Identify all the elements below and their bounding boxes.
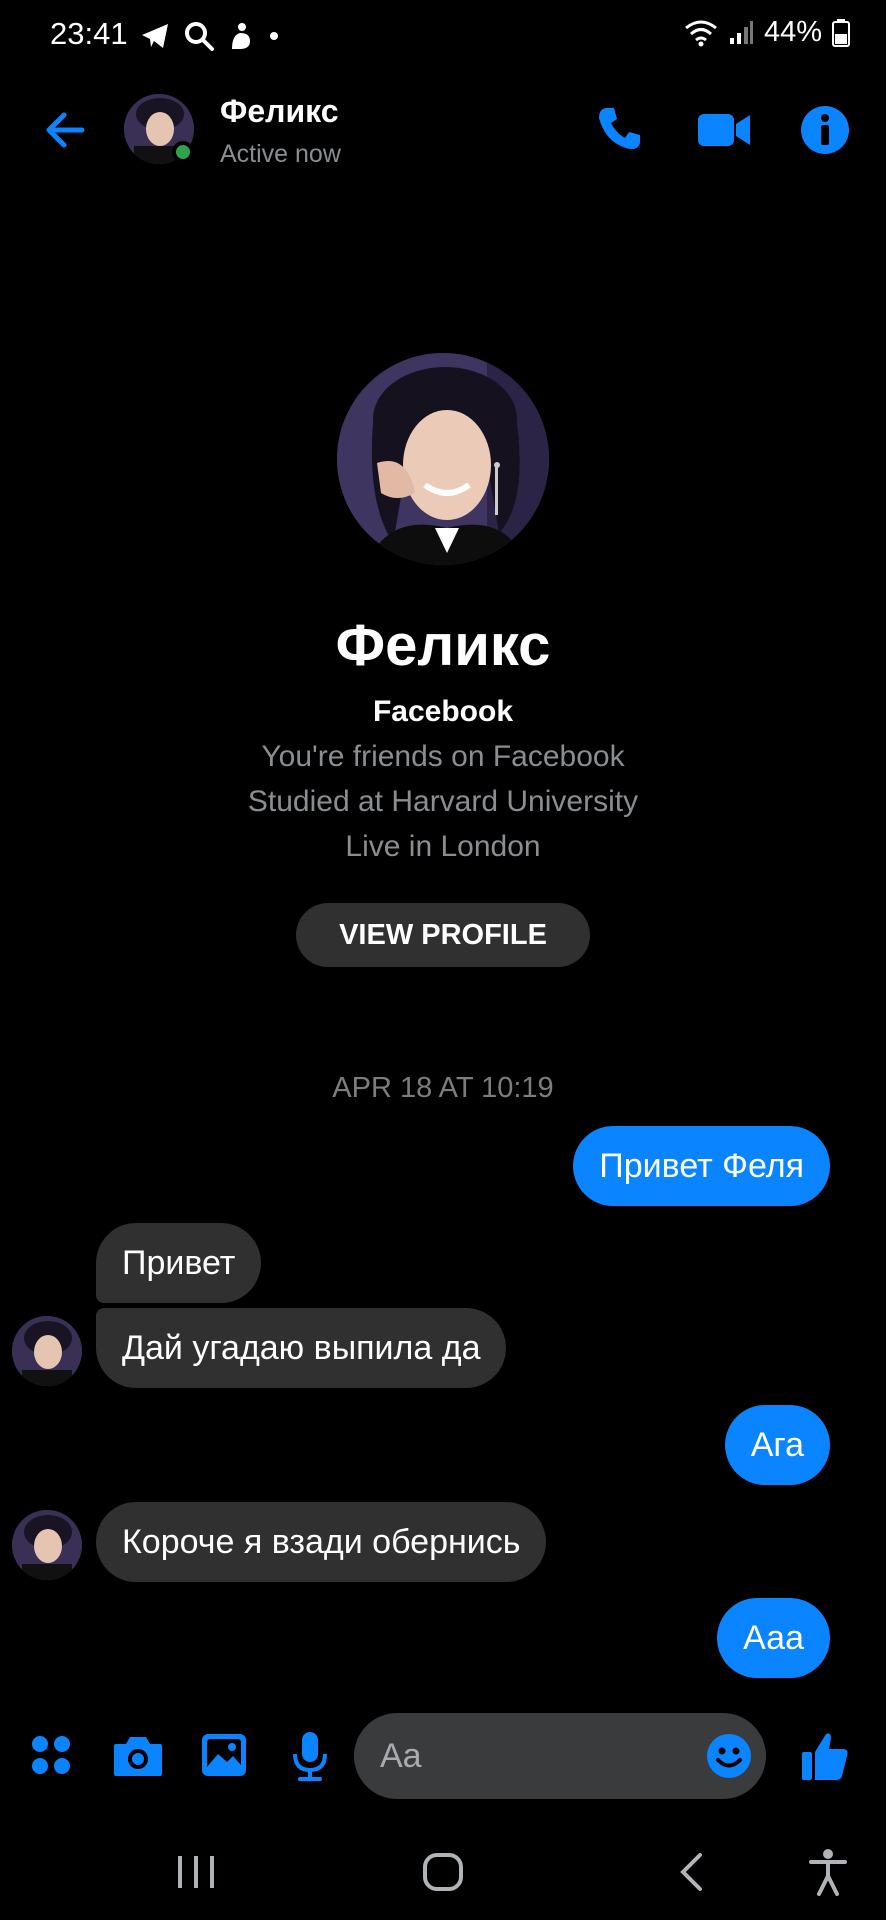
status-bar: 23:41 44%	[0, 0, 886, 70]
profile-detail-friends: You're friends on Facebook	[261, 740, 625, 773]
profile-name: Феликс	[335, 613, 551, 678]
contact-name[interactable]: Феликс	[220, 93, 339, 130]
message-bubble-received[interactable]: Короче я взади обернись	[96, 1502, 547, 1582]
accessibility-icon[interactable]	[808, 1848, 848, 1896]
message-bubble-sent[interactable]: Ааа	[717, 1598, 830, 1678]
gallery-icon[interactable]	[200, 1732, 248, 1778]
profile-photo[interactable]	[337, 353, 549, 565]
message-bubble-sent[interactable]: Привет Феля	[573, 1126, 830, 1206]
profile-detail-location: Live in London	[345, 830, 541, 863]
message-bubble-received[interactable]: Привет	[96, 1223, 262, 1303]
online-indicator	[172, 141, 194, 163]
signal-icon	[729, 20, 753, 44]
profile-platform: Facebook	[372, 695, 514, 728]
back-icon[interactable]	[676, 1852, 706, 1892]
status-right: 44%	[684, 16, 850, 49]
status-notification-icons	[140, 18, 280, 54]
info-icon[interactable]	[800, 105, 850, 155]
battery-icon	[832, 18, 850, 47]
sender-avatar[interactable]	[12, 1316, 82, 1386]
status-time: 23:41	[50, 16, 128, 51]
thumbs-up-icon[interactable]	[800, 1730, 850, 1782]
telegram-icon	[142, 24, 168, 48]
message-bubble-sent[interactable]: Ага	[724, 1405, 830, 1485]
home-icon[interactable]	[422, 1852, 464, 1892]
message-input-placeholder: Aa	[380, 1737, 422, 1775]
video-call-icon[interactable]	[696, 110, 752, 150]
system-navigation-bar	[0, 1820, 886, 1920]
message-input[interactable]: Aa	[354, 1713, 766, 1799]
profile-detail-education: Studied at Harvard University	[247, 785, 639, 818]
search-icon	[185, 22, 214, 51]
message-timestamp: APR 18 AT 10:19	[332, 1072, 554, 1104]
microphone-icon[interactable]	[292, 1730, 328, 1782]
back-arrow-icon[interactable]	[40, 105, 90, 155]
more-apps-icon[interactable]	[30, 1734, 72, 1776]
emoji-icon[interactable]	[706, 1733, 752, 1779]
battery-percent: 44%	[763, 16, 822, 48]
camera-icon[interactable]	[112, 1734, 164, 1778]
wifi-icon	[685, 20, 717, 46]
phone-call-icon[interactable]	[594, 104, 644, 154]
dot-icon	[270, 32, 278, 40]
sender-avatar[interactable]	[12, 1510, 82, 1580]
message-composer: Aa	[0, 1710, 886, 1804]
notification-icon	[232, 23, 250, 49]
chat-header: Феликс Active now	[0, 80, 886, 180]
message-bubble-received[interactable]: Дай угадаю выпила да	[96, 1308, 507, 1388]
recent-apps-icon[interactable]	[176, 1854, 216, 1890]
view-profile-button[interactable]: VIEW PROFILE	[296, 903, 590, 967]
contact-active-status: Active now	[220, 140, 341, 168]
